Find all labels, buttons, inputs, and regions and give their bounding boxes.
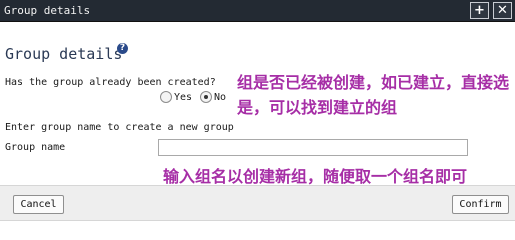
dialog-footer: Cancel Confirm bbox=[0, 185, 515, 221]
group-name-label: Group name bbox=[5, 142, 66, 153]
radio-no-label: No bbox=[214, 92, 227, 103]
confirm-button[interactable]: Confirm bbox=[452, 195, 509, 214]
plus-icon[interactable]: + bbox=[470, 2, 489, 19]
annotation-created-note: 组是否已经被创建，如已建立，直接选是，可以找到建立的组 bbox=[237, 73, 510, 117]
group-created-question: Has the group already been created? bbox=[5, 77, 216, 88]
radio-no-circle[interactable] bbox=[200, 91, 212, 103]
dialog-title: Group details bbox=[4, 4, 91, 17]
create-group-hint: Enter group name to create a new group bbox=[5, 122, 234, 133]
radio-yes-circle[interactable] bbox=[160, 91, 172, 103]
radio-yes-label: Yes bbox=[174, 92, 193, 103]
cancel-button[interactable]: Cancel bbox=[13, 195, 64, 214]
dialog-titlebar: Group details + ✕ bbox=[0, 0, 515, 22]
help-icon[interactable]: ? bbox=[117, 43, 128, 54]
group-name-input[interactable] bbox=[158, 139, 468, 156]
section-heading: Group details bbox=[5, 45, 123, 63]
close-icon[interactable]: ✕ bbox=[493, 2, 512, 19]
